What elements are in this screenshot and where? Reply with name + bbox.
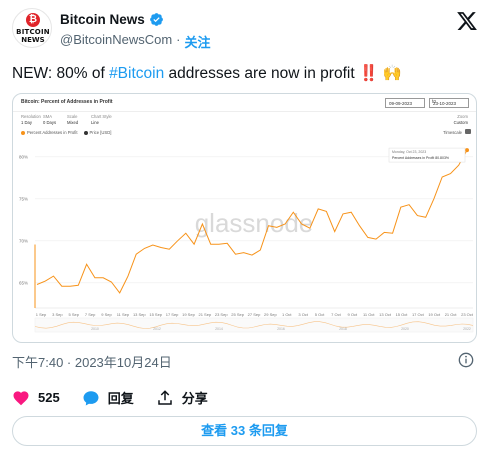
tooltip-date: Monday, Oct 23, 2023 <box>392 150 426 154</box>
name-row: Bitcoin News <box>60 12 164 27</box>
reply-bubble-icon <box>83 390 99 405</box>
display-name[interactable]: Bitcoin News <box>60 12 145 27</box>
x-tick-label: 23 Sep <box>215 312 228 317</box>
x-tick-label: 1 Oct <box>282 312 292 317</box>
x-tick-label: 13 Sep <box>133 312 146 317</box>
like-button[interactable]: 525 <box>12 389 60 407</box>
navigator-label: 2012 <box>153 327 161 331</box>
avatar[interactable]: ₿ BITCOIN NEWS <box>12 8 52 48</box>
watermark: glassnode <box>195 208 314 238</box>
y-tick-label: 80% <box>19 154 28 159</box>
tweet-text-prefix: NEW: 80% of <box>12 65 110 82</box>
info-icon[interactable] <box>458 352 474 368</box>
raised-hands-icon: 🙌 <box>382 65 402 82</box>
x-logo-icon[interactable] <box>456 10 478 32</box>
x-tick-label: 11 Oct <box>363 312 375 317</box>
read-replies-button[interactable]: 查看 33 条回复 <box>12 416 477 446</box>
x-tick-label: 25 Sep <box>231 312 244 317</box>
heart-icon <box>13 390 29 405</box>
x-tick-label: 3 Oct <box>298 312 308 317</box>
share-label: 分享 <box>181 391 208 406</box>
tooltip-series: Percent Addresses in Profit 80.803% <box>392 156 449 160</box>
x-tick-label: 19 Sep <box>182 312 195 317</box>
tweet-text: NEW: 80% of #Bitcoin addresses are now i… <box>12 64 402 84</box>
tweet-actions: 525 回复 分享 <box>12 388 230 407</box>
tweet-media-chart[interactable]: Bitcoin: Percent of Addresses in Profit … <box>12 93 477 343</box>
double-exclamation-icon: ‼️ <box>358 65 379 82</box>
tweet-text-suffix: addresses are now in profit <box>164 65 359 82</box>
tweet-timestamp[interactable]: 下午7:40 · 2023年10月24日 <box>12 352 172 371</box>
x-tick-label: 5 Oct <box>315 312 325 317</box>
follow-button[interactable]: 关注 <box>185 32 211 51</box>
tweet-header: ₿ BITCOIN NEWS Bitcoin News @BitcoinNews… <box>12 8 482 52</box>
x-tick-label: 7 Sep <box>85 312 96 317</box>
navigator-label: 2022 <box>463 327 471 331</box>
hashtag-link[interactable]: #Bitcoin <box>109 65 164 82</box>
x-tick-label: 1 Sep <box>36 312 47 317</box>
x-tick-label: 3 Sep <box>52 312 63 317</box>
x-tick-label: 9 Oct <box>348 312 358 317</box>
reply-button[interactable]: 回复 <box>82 388 134 407</box>
share-icon <box>157 389 172 405</box>
navigator-label: 2018 <box>339 327 347 331</box>
reply-label: 回复 <box>107 391 134 406</box>
navigator-label: 2014 <box>215 327 223 331</box>
x-tick-label: 7 Oct <box>331 312 341 317</box>
bitcoin-logo-icon: ₿ <box>26 13 40 27</box>
x-tick-label: 15 Sep <box>149 312 162 317</box>
separator-dot: · <box>176 32 181 47</box>
last-point-marker <box>465 148 469 153</box>
x-tick-label: 27 Sep <box>248 312 261 317</box>
x-tick-label: 17 Oct <box>412 312 425 317</box>
x-tick-label: 29 Sep <box>264 312 277 317</box>
y-tick-label: 70% <box>19 238 28 243</box>
x-tick-label: 13 Oct <box>379 312 392 317</box>
y-tick-label: 75% <box>19 196 28 201</box>
avatar-text-line1: BITCOIN <box>16 28 50 36</box>
x-tick-label: 19 Oct <box>428 312 441 317</box>
y-tick-label: 65% <box>19 280 28 285</box>
share-button[interactable]: 分享 <box>156 388 208 407</box>
chart-plot: 65% 70% 75% 80% 1 Sep 3 Sep 5 Sep 7 Sep 9 Sep 11 … <box>19 147 474 333</box>
x-tick-label: 21 Sep <box>199 312 212 317</box>
avatar-text-line2: NEWS <box>21 36 45 44</box>
navigator-label: 2010 <box>91 327 99 331</box>
x-tick-label: 5 Sep <box>69 312 80 317</box>
navigator-label: 2020 <box>401 327 409 331</box>
handle[interactable]: @BitcoinNewsCom <box>60 32 172 51</box>
verified-badge-icon[interactable] <box>149 12 164 27</box>
handle-row: @BitcoinNewsCom · 关注 <box>60 32 211 51</box>
x-tick-label: 11 Sep <box>117 312 130 317</box>
navigator-label: 2016 <box>277 327 285 331</box>
x-tick-label: 23 Oct <box>461 312 474 317</box>
x-tick-label: 9 Sep <box>101 312 112 317</box>
x-tick-label: 15 Oct <box>396 312 409 317</box>
x-tick-label: 17 Sep <box>166 312 179 317</box>
x-tick-label: 21 Oct <box>445 312 458 317</box>
like-count: 525 <box>38 390 60 405</box>
